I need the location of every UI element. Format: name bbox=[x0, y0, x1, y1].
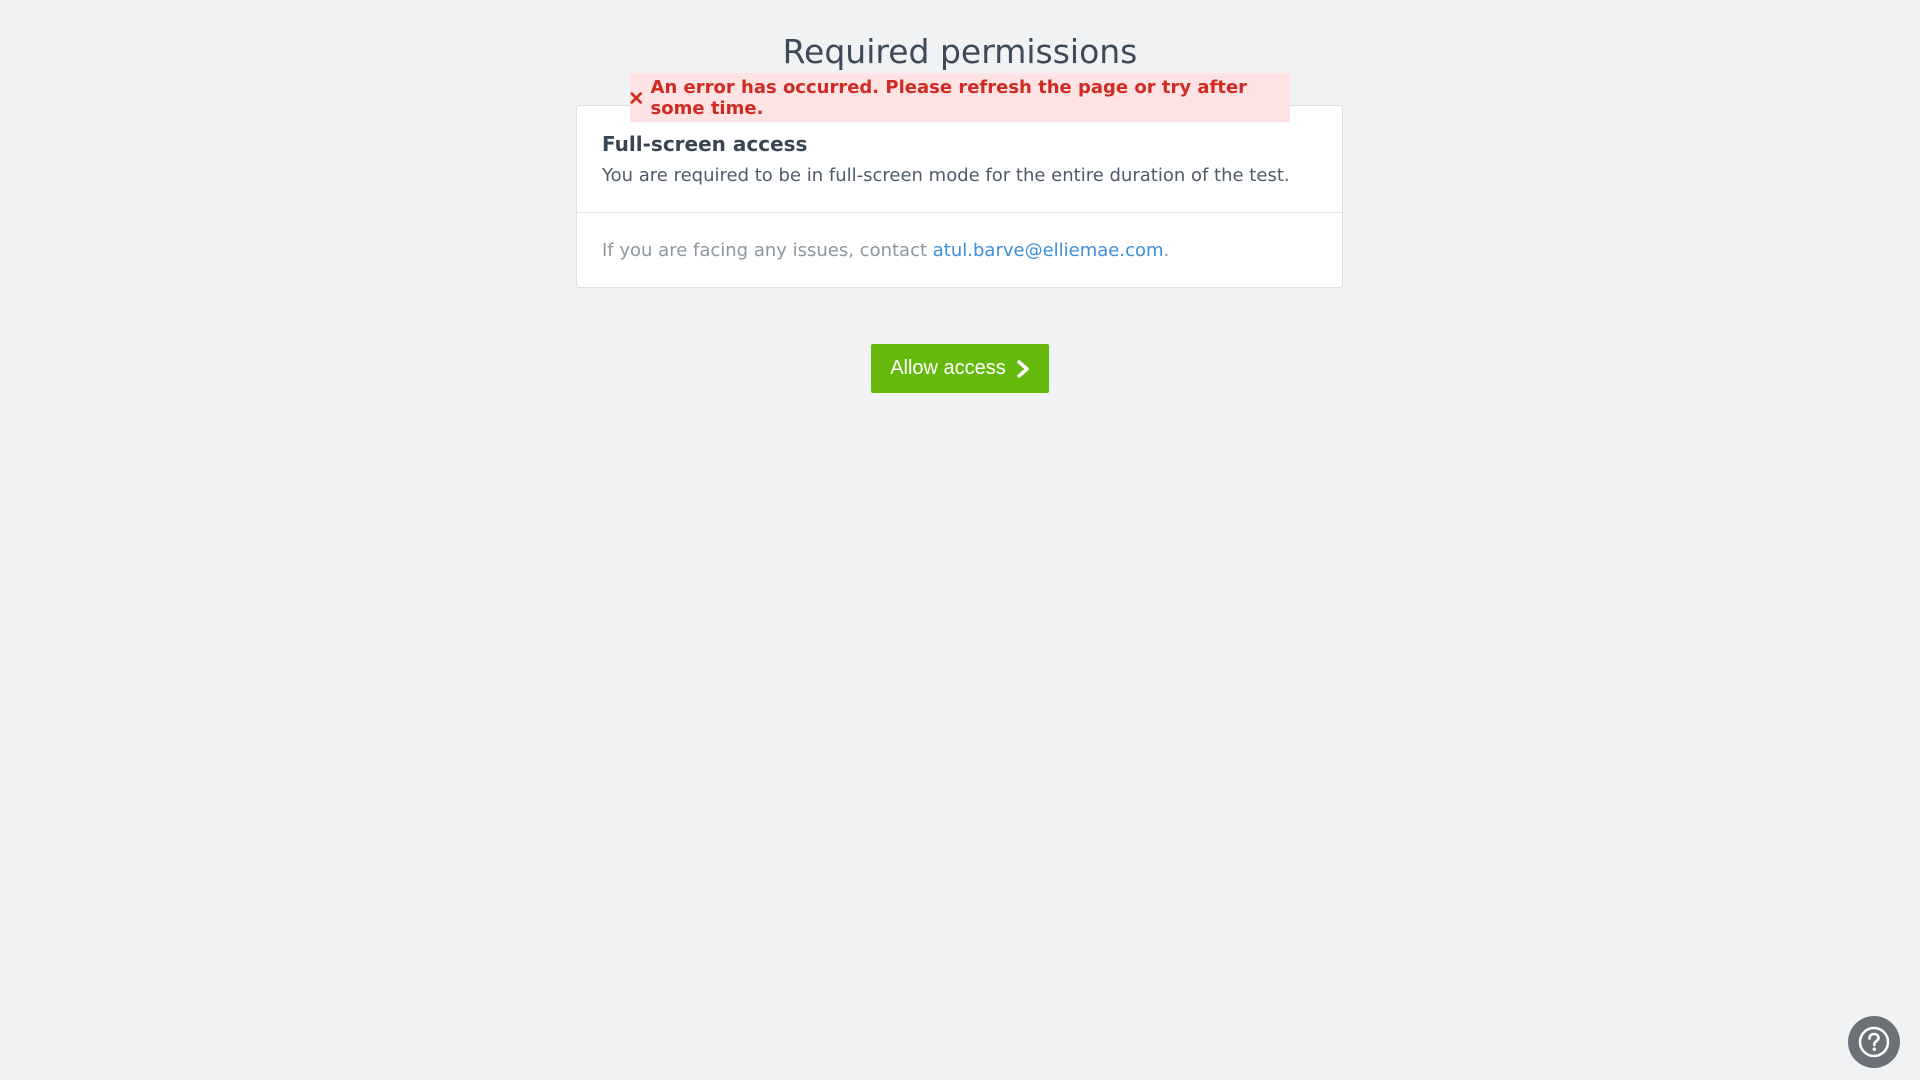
error-message: An error has occurred. Please refresh th… bbox=[650, 76, 1248, 119]
allow-access-label: Allow access bbox=[890, 357, 1006, 379]
allow-access-button[interactable]: Allow access bbox=[871, 344, 1049, 393]
permission-description: You are required to be in full-screen mo… bbox=[602, 165, 1290, 186]
error-banner: An error has occurred. Please refresh th… bbox=[630, 73, 1290, 122]
contact-email-link[interactable]: atul.barve@elliemae.com bbox=[933, 240, 1164, 261]
question-circle-icon bbox=[1858, 1026, 1890, 1058]
help-button[interactable] bbox=[1848, 1016, 1900, 1068]
page-title: Required permissions bbox=[782, 32, 1138, 71]
contact-suffix: . bbox=[1163, 240, 1170, 261]
permission-item-fullscreen: Full-screen access You are required to b… bbox=[577, 106, 1342, 213]
contact-prefix: If you are facing any issues, contact bbox=[602, 240, 933, 261]
close-icon bbox=[630, 91, 643, 104]
page: Required permissions Full-screen access … bbox=[0, 0, 1920, 1080]
permissions-card: Full-screen access You are required to b… bbox=[576, 105, 1343, 288]
chevron-right-icon bbox=[1017, 359, 1029, 378]
permission-title: Full-screen access bbox=[602, 132, 808, 156]
contact-text: If you are facing any issues, contact at… bbox=[602, 238, 1317, 264]
contact-section: If you are facing any issues, contact at… bbox=[577, 213, 1342, 264]
